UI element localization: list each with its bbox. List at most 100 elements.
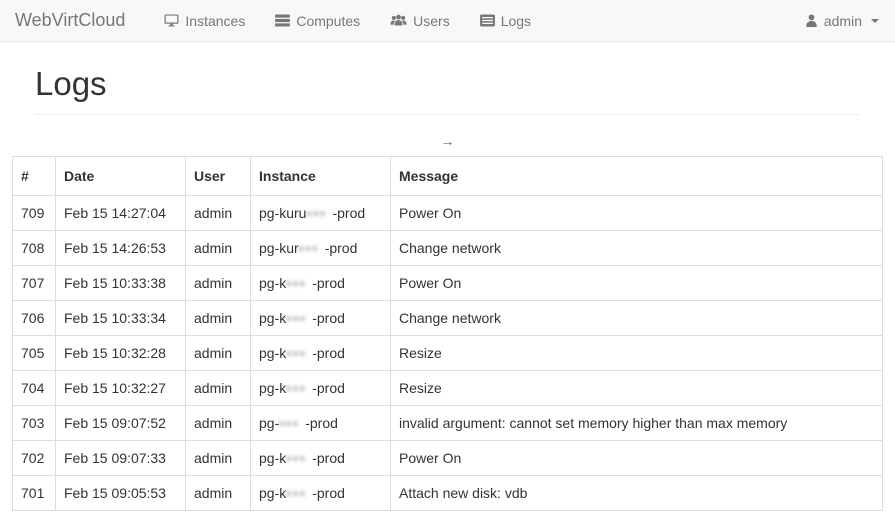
log-message: invalid argument: cannot set memory high…	[391, 406, 883, 441]
col-header-id: #	[13, 157, 56, 196]
log-user: admin	[186, 371, 251, 406]
log-instance: pg-•••-prod	[251, 406, 391, 441]
instance-redacted-blur: •••	[286, 380, 312, 396]
log-instance: pg-k•••-prod	[251, 441, 391, 476]
log-message: Attach new disk: vdb	[391, 476, 883, 511]
top-navbar: WebVirtCloud Instances Computes	[0, 0, 895, 42]
logs-table-wrap: # Date User Instance Message 709 Feb 15 …	[12, 156, 883, 511]
instance-prefix: pg-	[259, 415, 279, 431]
table-row: 705 Feb 15 10:32:28 admin pg-k•••-prod R…	[13, 336, 883, 371]
instance-redacted-blur: •••	[286, 275, 312, 291]
table-row: 702 Feb 15 09:07:33 admin pg-k•••-prod P…	[13, 441, 883, 476]
log-date: Feb 15 09:07:52	[56, 406, 186, 441]
user-dropdown[interactable]: admin	[805, 13, 879, 29]
page-header: Logs	[35, 42, 860, 115]
col-header-user: User	[186, 157, 251, 196]
table-row: 701 Feb 15 09:05:53 admin pg-k•••-prod A…	[13, 476, 883, 511]
nav-item-computes[interactable]: Computes	[275, 13, 360, 29]
instance-redacted-blur: •••	[286, 345, 312, 361]
instance-suffix: -prod	[312, 485, 345, 501]
caret-down-icon	[871, 19, 879, 23]
next-page-link[interactable]: →	[441, 133, 455, 149]
instance-redacted-blur: •••	[286, 450, 312, 466]
instance-prefix: pg-k	[259, 485, 286, 501]
instance-prefix: pg-kuru	[259, 205, 306, 221]
log-message: Change network	[391, 231, 883, 266]
log-message: Resize	[391, 336, 883, 371]
log-instance: pg-k•••-prod	[251, 301, 391, 336]
instance-suffix: -prod	[312, 345, 345, 361]
log-id: 708	[13, 231, 56, 266]
table-row: 703 Feb 15 09:07:52 admin pg-•••-prod in…	[13, 406, 883, 441]
log-id: 706	[13, 301, 56, 336]
instance-prefix: pg-k	[259, 380, 286, 396]
table-row: 708 Feb 15 14:26:53 admin pg-kur•••-prod…	[13, 231, 883, 266]
log-user: admin	[186, 406, 251, 441]
log-message: Power On	[391, 266, 883, 301]
instance-suffix: -prod	[305, 415, 338, 431]
instance-suffix: -prod	[325, 240, 358, 256]
log-instance: pg-kur•••-prod	[251, 231, 391, 266]
user-icon	[805, 14, 818, 27]
nav-item-label: Instances	[185, 13, 245, 29]
col-header-date: Date	[56, 157, 186, 196]
pagination: →	[0, 132, 895, 151]
logs-table: # Date User Instance Message 709 Feb 15 …	[12, 156, 883, 511]
instance-suffix: -prod	[332, 205, 365, 221]
log-id: 707	[13, 266, 56, 301]
instance-prefix: pg-k	[259, 450, 286, 466]
log-user: admin	[186, 476, 251, 511]
log-message: Power On	[391, 196, 883, 231]
log-date: Feb 15 10:33:34	[56, 301, 186, 336]
log-date: Feb 15 10:32:28	[56, 336, 186, 371]
instance-suffix: -prod	[312, 310, 345, 326]
log-user: admin	[186, 301, 251, 336]
log-date: Feb 15 10:33:38	[56, 266, 186, 301]
col-header-instance: Instance	[251, 157, 391, 196]
instance-redacted-blur: •••	[286, 485, 312, 501]
server-icon	[275, 14, 290, 27]
log-user: admin	[186, 266, 251, 301]
table-header-row: # Date User Instance Message	[13, 157, 883, 196]
instance-redacted-blur: •••	[299, 240, 325, 256]
nav-item-logs[interactable]: Logs	[480, 13, 531, 29]
nav-item-users[interactable]: Users	[390, 13, 450, 29]
nav-items: Instances Computes	[140, 13, 531, 29]
nav-item-label: Users	[413, 13, 450, 29]
list-alt-icon	[480, 14, 495, 27]
log-id: 703	[13, 406, 56, 441]
brand-link[interactable]: WebVirtCloud	[0, 10, 140, 31]
nav-item-instances[interactable]: Instances	[164, 13, 245, 29]
user-dropdown-label: admin	[824, 13, 862, 29]
log-id: 701	[13, 476, 56, 511]
page-title: Logs	[35, 66, 860, 102]
log-message: Change network	[391, 301, 883, 336]
log-date: Feb 15 14:26:53	[56, 231, 186, 266]
log-message: Resize	[391, 371, 883, 406]
instance-prefix: pg-kur	[259, 240, 299, 256]
log-date: Feb 15 14:27:04	[56, 196, 186, 231]
instance-prefix: pg-k	[259, 310, 286, 326]
log-user: admin	[186, 441, 251, 476]
log-instance: pg-k•••-prod	[251, 476, 391, 511]
log-date: Feb 15 09:07:33	[56, 441, 186, 476]
desktop-icon	[164, 14, 179, 27]
log-id: 709	[13, 196, 56, 231]
nav-item-label: Logs	[501, 13, 531, 29]
instance-redacted-blur: •••	[279, 415, 305, 431]
log-user: admin	[186, 336, 251, 371]
navbar-right: admin	[805, 13, 895, 29]
instance-prefix: pg-k	[259, 345, 286, 361]
log-date: Feb 15 10:32:27	[56, 371, 186, 406]
instance-redacted-blur: •••	[286, 310, 312, 326]
instance-suffix: -prod	[312, 450, 345, 466]
log-instance: pg-k•••-prod	[251, 266, 391, 301]
log-instance: pg-k•••-prod	[251, 371, 391, 406]
log-id: 704	[13, 371, 56, 406]
log-date: Feb 15 09:05:53	[56, 476, 186, 511]
log-message: Power On	[391, 441, 883, 476]
instance-suffix: -prod	[312, 275, 345, 291]
table-row: 706 Feb 15 10:33:34 admin pg-k•••-prod C…	[13, 301, 883, 336]
log-instance: pg-kuru•••-prod	[251, 196, 391, 231]
instance-prefix: pg-k	[259, 275, 286, 291]
